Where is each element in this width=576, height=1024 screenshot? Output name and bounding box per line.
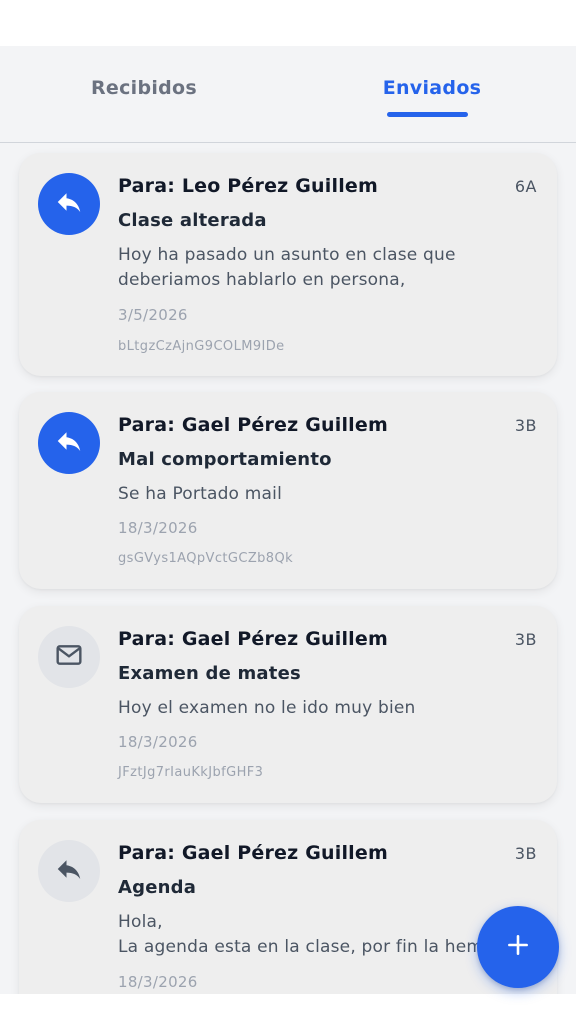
envelope-icon — [53, 639, 85, 675]
tab-recibidos[interactable]: Recibidos — [0, 46, 288, 142]
message-card[interactable]: Para: Gael Pérez Guillem 3B Examen de ma… — [19, 606, 557, 803]
plus-icon — [505, 932, 531, 962]
message-date: 18/3/2026 — [118, 519, 198, 537]
message-card[interactable]: Para: Gael Pérez Guillem 3B Mal comporta… — [19, 392, 557, 589]
message-subject: Agenda — [118, 877, 197, 898]
reply-icon — [54, 854, 84, 888]
envelope-button[interactable] — [38, 626, 100, 688]
message-id: bLtgzCzAjnG9COLM9IDe — [118, 339, 285, 354]
reply-button[interactable] — [38, 840, 100, 902]
message-recipient: Para: Gael Pérez Guillem — [118, 628, 388, 650]
reply-button[interactable] — [38, 173, 100, 235]
tab-enviados[interactable]: Enviados — [288, 46, 576, 142]
tab-bar: Recibidos Enviados — [0, 46, 576, 144]
message-body: Se ha Portado mail — [118, 484, 282, 504]
reply-button[interactable] — [38, 412, 100, 474]
message-body: Hoy ha pasado un asunto en clase que deb… — [118, 245, 456, 290]
bottom-safe-area — [0, 994, 576, 1024]
message-grade: 3B — [514, 416, 537, 435]
message-recipient: Para: Gael Pérez Guillem — [118, 842, 388, 864]
tab-recibidos-label: Recibidos — [90, 77, 198, 99]
message-date: 18/3/2026 — [118, 733, 198, 751]
message-id: JFztJg7rIauKkJbfGHF3 — [118, 765, 264, 780]
message-date: 3/5/2026 — [118, 306, 188, 324]
reply-icon — [54, 426, 84, 460]
app-screen: Recibidos Enviados Para: Leo Pérez Guill… — [0, 0, 576, 1024]
status-bar — [0, 0, 576, 46]
message-recipient: Para: Gael Pérez Guillem — [118, 414, 388, 436]
message-date: 18/3/2026 — [118, 973, 198, 991]
message-id: gsGVys1AQpVctGCZb8Qk — [118, 551, 294, 566]
message-subject: Examen de mates — [118, 663, 301, 684]
message-recipient: Para: Leo Pérez Guillem — [118, 175, 378, 197]
message-body: Hoy el examen no le ido muy bien — [118, 698, 416, 718]
message-subject: Mal comportamiento — [118, 449, 332, 470]
tab-enviados-label: Enviados — [382, 77, 482, 99]
message-grade: 3B — [514, 630, 537, 649]
message-subject: Clase alterada — [118, 210, 267, 231]
active-tab-indicator — [387, 112, 468, 117]
reply-icon — [54, 187, 84, 221]
message-card[interactable]: Para: Leo Pérez Guillem 6A Clase alterad… — [19, 153, 557, 376]
message-card[interactable]: Para: Gael Pérez Guillem 3B Agenda Hola,… — [19, 820, 557, 994]
message-grade: 6A — [514, 177, 537, 196]
message-list[interactable]: Para: Leo Pérez Guillem 6A Clase alterad… — [0, 143, 576, 994]
message-grade: 3B — [514, 844, 537, 863]
compose-button[interactable] — [477, 906, 559, 988]
